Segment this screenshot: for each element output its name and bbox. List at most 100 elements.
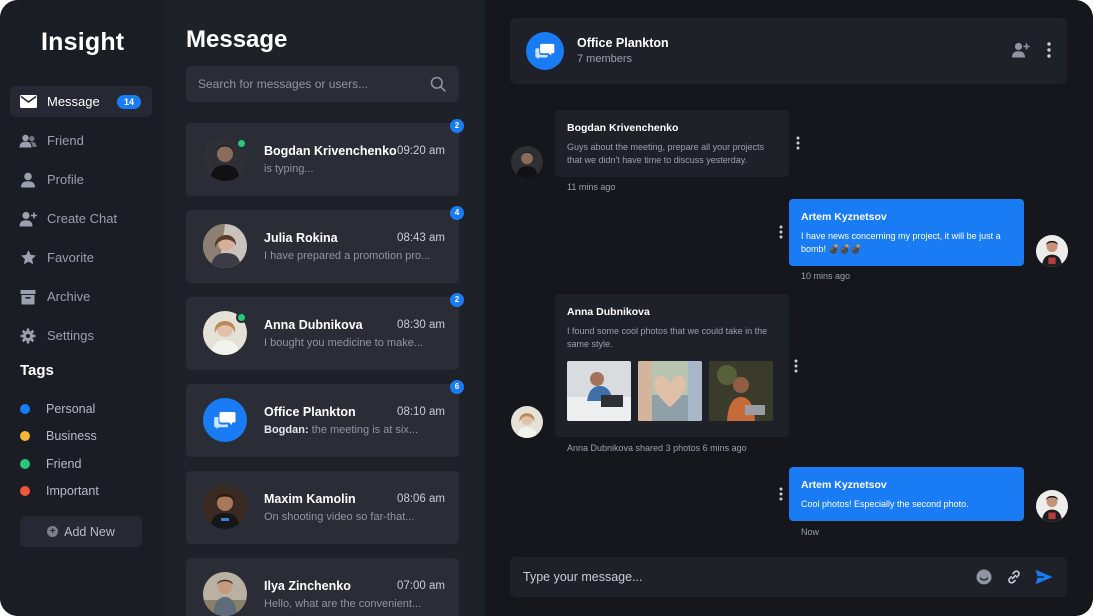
shared-photo[interactable]: [709, 361, 773, 421]
sidebar-item-profile[interactable]: Profile: [10, 164, 152, 195]
avatar: [203, 572, 247, 616]
tag-color-dot: [20, 458, 30, 469]
conversation-name: Office Plankton: [264, 405, 356, 419]
page-title: Message: [186, 26, 288, 53]
tags-list: Personal Business Friend Important: [20, 395, 99, 505]
conversation-time: 08:10 am: [397, 406, 445, 418]
chat-title: Office Plankton: [577, 36, 669, 50]
emoji-icon[interactable]: [974, 567, 994, 587]
mail-icon: [19, 93, 37, 111]
sidebar-item-label: Settings: [47, 328, 94, 343]
sidebar-item-friend[interactable]: Friend: [10, 125, 152, 156]
chat-panel: Office Plankton 7 members Bogdan Krivenc…: [485, 0, 1093, 616]
message-timestamp: Now: [801, 527, 820, 537]
attach-link-icon[interactable]: [1004, 567, 1024, 587]
conversation-time: 08:30 am: [397, 319, 445, 331]
sidebar-item-label: Profile: [47, 172, 84, 187]
add-member-icon[interactable]: [1010, 41, 1030, 59]
conversation-preview: Hello, what are the convenient...: [264, 598, 422, 610]
search-icon[interactable]: [429, 75, 447, 93]
avatar[interactable]: [1036, 235, 1068, 267]
conversation-item[interactable]: Julia Rokina 08:43 am I have prepared a …: [186, 206, 464, 283]
conversation-preview: I bought you medicine to make...: [264, 337, 423, 349]
avatar[interactable]: [511, 406, 543, 438]
message-bubble: Artem Kyznetsov Cool photos! Especially …: [789, 467, 1024, 521]
tag-label: Important: [46, 484, 99, 499]
tag-friend[interactable]: Friend: [20, 450, 99, 478]
shared-photo[interactable]: [638, 361, 702, 421]
message-bubble: Anna Dubnikova I found some cool photos …: [555, 294, 789, 437]
sidebar-item-label: Archive: [47, 289, 91, 304]
conversation-name: Julia Rokina: [264, 231, 338, 245]
gear-icon: [19, 327, 37, 345]
message-options-icon[interactable]: [793, 359, 799, 373]
message-composer: [510, 557, 1067, 597]
friends-icon: [19, 132, 37, 150]
message-options-icon[interactable]: [778, 487, 784, 501]
shared-photo[interactable]: [567, 361, 631, 421]
conversation-item[interactable]: Anna Dubnikova 08:30 am I bought you med…: [186, 293, 464, 370]
tag-label: Friend: [46, 456, 82, 471]
user-icon: [19, 171, 37, 189]
sidebar-item-archive[interactable]: Archive: [10, 281, 152, 312]
message-text: I have news concerning my project, it wi…: [801, 231, 1001, 254]
sidebar: Insight Message 14 Friend Profile Create…: [0, 0, 163, 616]
conversation-time: 07:00 am: [397, 580, 445, 592]
conversation-time: 08:06 am: [397, 493, 445, 505]
conversation-item[interactable]: Ilya Zinchenko 07:00 am Hello, what are …: [186, 558, 459, 616]
chat-member-count: 7 members: [577, 53, 633, 65]
more-vertical-icon[interactable]: [1044, 41, 1054, 59]
sidebar-item-label: Friend: [47, 133, 84, 148]
sidebar-item-settings[interactable]: Settings: [10, 320, 152, 351]
unread-badge: 6: [450, 380, 464, 394]
photo-gallery: [567, 361, 777, 421]
tag-color-dot: [20, 486, 30, 497]
star-icon: [19, 249, 37, 267]
plus-icon: +: [47, 526, 59, 537]
unread-badge: 2: [450, 293, 464, 307]
conversation-time: 09:20 am: [397, 145, 445, 157]
avatar: [203, 224, 247, 268]
sidebar-item-label: Favorite: [47, 250, 94, 265]
unread-badge: 4: [450, 206, 464, 220]
tag-important[interactable]: Important: [20, 478, 99, 506]
message-input[interactable]: [523, 570, 964, 584]
preview-sender: Bogdan:: [264, 424, 309, 436]
message-timestamp: 10 mins ago: [801, 271, 851, 281]
preview-text: the meeting is at six...: [308, 424, 419, 436]
message-author: Artem Kyznetsov: [801, 211, 887, 223]
avatar: [203, 485, 247, 529]
add-new-tag-button[interactable]: + Add New: [20, 516, 142, 547]
conversation-name: Ilya Zinchenko: [264, 579, 351, 593]
tag-label: Business: [46, 429, 97, 444]
search-box: [186, 66, 459, 102]
conversation-name: Bogdan Krivenchenko: [264, 144, 397, 158]
message-author: Bogdan Krivenchenko: [567, 122, 679, 134]
message-options-icon[interactable]: [795, 136, 801, 150]
conversation-item[interactable]: Maxim Kamolin 08:06 am On shooting video…: [186, 471, 459, 544]
message-text: I found some cool photos that we could t…: [567, 326, 768, 349]
conversation-name: Maxim Kamolin: [264, 492, 356, 506]
message-text: Guys about the meeting, prepare all your…: [567, 142, 765, 165]
send-icon[interactable]: [1034, 567, 1054, 587]
search-input[interactable]: [198, 77, 429, 91]
tag-color-dot: [20, 431, 30, 442]
conversation-item[interactable]: Bogdan Krivenchenko 09:20 am is typing..…: [186, 119, 464, 196]
conversation-name: Anna Dubnikova: [264, 318, 363, 332]
online-indicator: [236, 312, 247, 323]
sidebar-item-label: Create Chat: [47, 211, 118, 226]
message-count-badge: 14: [116, 94, 141, 109]
sidebar-item-create-chat[interactable]: Create Chat: [10, 203, 152, 234]
avatar[interactable]: [1036, 490, 1068, 522]
sidebar-item-favorite[interactable]: Favorite: [10, 242, 152, 273]
sidebar-item-message[interactable]: Message 14: [10, 86, 152, 117]
group-avatar-icon[interactable]: [526, 32, 564, 70]
conversation-item[interactable]: Office Plankton 08:10 am Bogdan: the mee…: [186, 380, 464, 457]
tag-personal[interactable]: Personal: [20, 395, 99, 423]
message-options-icon[interactable]: [778, 225, 784, 239]
avatar[interactable]: [511, 146, 543, 178]
chat-header: Office Plankton 7 members: [510, 18, 1067, 84]
tag-business[interactable]: Business: [20, 423, 99, 451]
conversation-preview: On shooting video so far-that...: [264, 511, 415, 523]
tag-color-dot: [20, 403, 30, 414]
